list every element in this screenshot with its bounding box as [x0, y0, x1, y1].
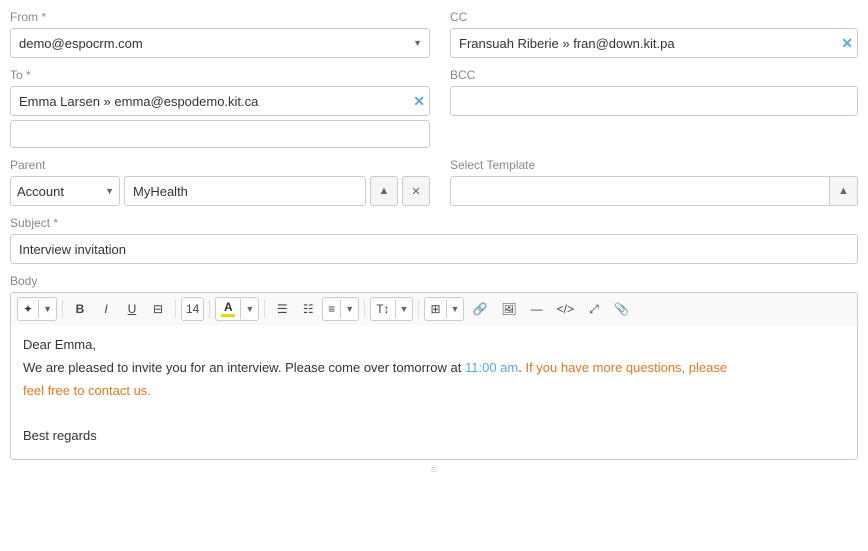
table-icon: ⊞ — [425, 300, 446, 318]
separator-5 — [364, 300, 365, 318]
body-label: Body — [10, 274, 858, 288]
body-line-3: feel free to contact us. — [23, 381, 845, 402]
parent-clear-button[interactable]: ✕ — [402, 176, 430, 206]
highlight-color-bar — [221, 314, 235, 317]
highlight-button[interactable]: A ▼ — [215, 297, 259, 321]
magic-icon: ✦ — [18, 300, 39, 318]
cc-remove-button[interactable]: ✕ — [841, 35, 853, 52]
highlight-letter: A — [224, 301, 233, 313]
subject-label: Subject * — [10, 216, 858, 230]
select-template-label: Select Template — [450, 158, 858, 172]
underline-button[interactable]: U — [120, 297, 144, 321]
from-select[interactable]: demo@espocrm.com — [10, 28, 430, 58]
body-line2-part1: We are pleased to invite you for an inte… — [23, 360, 465, 375]
parent-field-container: Parent Account ▲ ✕ — [10, 158, 430, 206]
list-ul-button[interactable]: ☰ — [270, 297, 294, 321]
select-template-wrapper: ▲ — [450, 176, 858, 206]
separator-6 — [418, 300, 419, 318]
fullscreen-button[interactable]: ⤢ — [582, 297, 606, 321]
body-line2-part3: If you have more questions, please — [525, 360, 727, 375]
to-bcc-row: To * Emma Larsen » emma@espodemo.kit.ca … — [10, 68, 858, 148]
font-size-selector[interactable]: 14 — [181, 297, 204, 321]
cc-input-box[interactable]: Fransuah Riberie » fran@down.kit.pa ✕ — [450, 28, 858, 58]
scrollbar-hint: ≡ — [10, 460, 858, 480]
editor-area[interactable]: Dear Emma, We are pleased to invite you … — [10, 325, 858, 460]
parent-field-inputs: Account ▲ ✕ — [10, 176, 430, 206]
list-ol-button[interactable]: ☷ — [296, 297, 320, 321]
email-compose-form: From * demo@espocrm.com CC Fransuah Ribe… — [10, 10, 858, 480]
separator-3 — [209, 300, 210, 318]
select-template-container: Select Template ▲ — [450, 158, 858, 206]
separator-4 — [264, 300, 265, 318]
align-arrow-icon: ▼ — [341, 302, 358, 316]
image-button[interactable]: 🖼 — [495, 297, 522, 321]
from-select-wrapper[interactable]: demo@espocrm.com — [10, 28, 430, 58]
body-line-5: Best regards — [23, 426, 845, 447]
magic-button[interactable]: ✦ ▼ — [17, 297, 57, 321]
editor-toolbar: ✦ ▼ B I U ⊟ 14 A ▼ ☰ ☷ — [10, 292, 858, 325]
body-line-1: Dear Emma, — [23, 335, 845, 356]
magic-arrow-icon: ▼ — [39, 302, 56, 316]
body-line-2: We are pleased to invite you for an inte… — [23, 358, 845, 379]
cc-label: CC — [450, 10, 858, 24]
body-line2-time: 11:00 am — [465, 360, 518, 375]
subject-row: Subject * — [10, 216, 858, 264]
parent-label: Parent — [10, 158, 430, 172]
body-section: Body ✦ ▼ B I U ⊟ 14 A ▼ — [10, 274, 858, 480]
to-tag-value: Emma Larsen » emma@espodemo.kit.ca — [19, 94, 258, 109]
text-format-button[interactable]: T↕ ▼ — [370, 297, 413, 321]
parent-type-wrapper: Account — [10, 176, 120, 206]
bcc-field-container: BCC — [450, 68, 858, 148]
table-button[interactable]: ⊞ ▼ — [424, 297, 464, 321]
table-arrow-icon: ▼ — [447, 302, 464, 316]
bcc-label: BCC — [450, 68, 858, 82]
body-line3-text: feel free to contact us. — [23, 383, 151, 398]
attach-button[interactable]: 📎 — [608, 297, 635, 321]
body-line-4 — [23, 403, 845, 424]
separator-2 — [175, 300, 176, 318]
text-format-icon: T↕ — [371, 300, 395, 318]
highlight-arrow-icon: ▼ — [241, 302, 258, 316]
parent-expand-button[interactable]: ▲ — [370, 176, 398, 206]
from-cc-row: From * demo@espocrm.com CC Fransuah Ribe… — [10, 10, 858, 58]
to-remove-button[interactable]: ✕ — [413, 93, 425, 110]
link-button[interactable]: 🔗 — [466, 297, 493, 321]
format-button[interactable]: ⊟ — [146, 297, 170, 321]
to-input-box[interactable]: Emma Larsen » emma@espodemo.kit.ca ✕ — [10, 86, 430, 116]
text-format-arrow-icon: ▼ — [396, 302, 413, 316]
bold-button[interactable]: B — [68, 297, 92, 321]
parent-type-select[interactable]: Account — [10, 176, 120, 206]
cc-field-container: CC Fransuah Riberie » fran@down.kit.pa ✕ — [450, 10, 858, 58]
to-label: To * — [10, 68, 430, 82]
cc-tag-value: Fransuah Riberie » fran@down.kit.pa — [459, 36, 675, 51]
select-template-input[interactable] — [450, 176, 830, 206]
parent-value-input[interactable] — [124, 176, 366, 206]
italic-button[interactable]: I — [94, 297, 118, 321]
select-template-expand-button[interactable]: ▲ — [830, 176, 858, 206]
parent-template-row: Parent Account ▲ ✕ Select Template ▲ — [10, 158, 858, 206]
separator-1 — [62, 300, 63, 318]
to-extra-input[interactable] — [10, 120, 430, 148]
from-field-container: From * demo@espocrm.com — [10, 10, 430, 58]
from-label: From * — [10, 10, 430, 24]
subject-input[interactable] — [10, 234, 858, 264]
font-size-value: 14 — [186, 302, 199, 316]
highlight-color-part: A — [216, 299, 241, 319]
to-field-container: To * Emma Larsen » emma@espodemo.kit.ca … — [10, 68, 430, 148]
code-button[interactable]: </> — [551, 297, 580, 321]
align-icon: ≡ — [323, 300, 341, 318]
hr-button[interactable]: — — [525, 297, 549, 321]
bcc-input-box[interactable] — [450, 86, 858, 116]
align-button[interactable]: ≡ ▼ — [322, 297, 359, 321]
